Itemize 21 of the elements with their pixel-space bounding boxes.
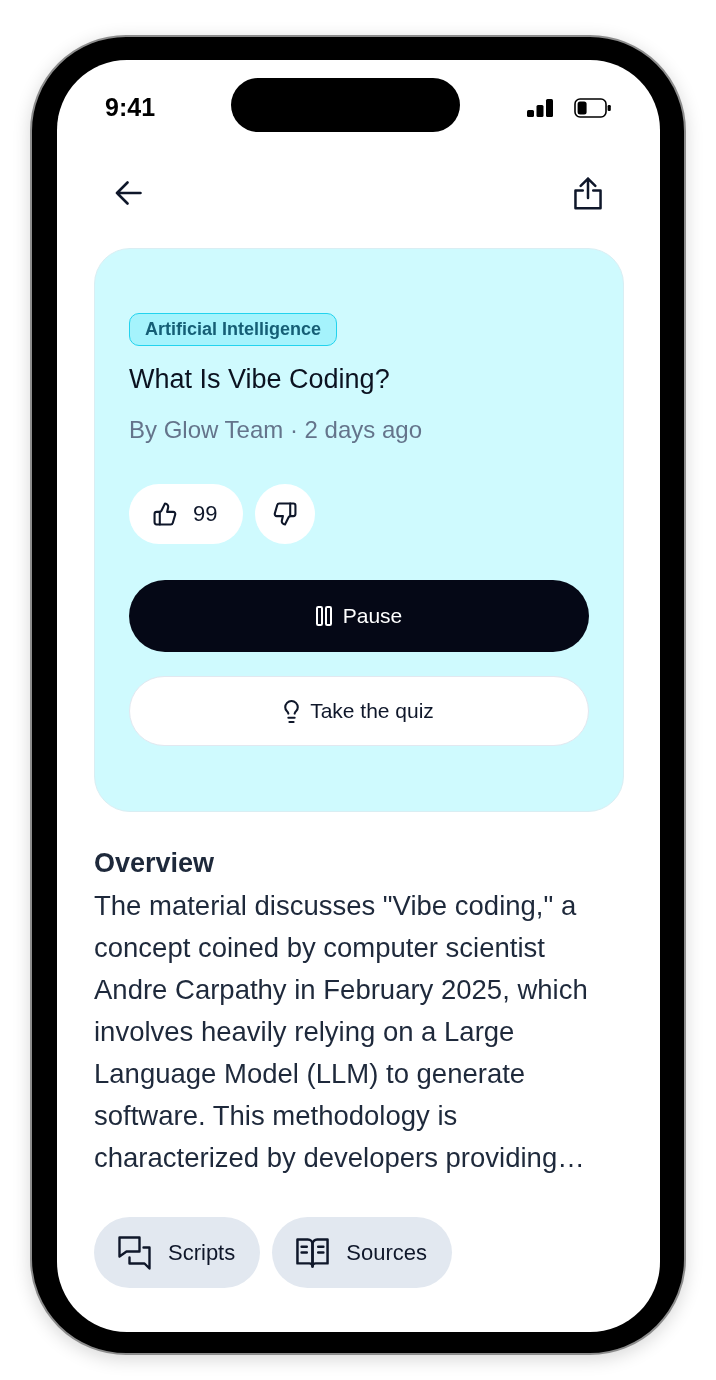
share-icon	[574, 176, 602, 210]
sources-button[interactable]: Sources	[272, 1217, 452, 1288]
article-title: What Is Vibe Coding?	[129, 364, 390, 394]
arrow-left-icon	[114, 181, 142, 205]
battery-icon	[574, 97, 611, 118]
thumbs-up-icon	[153, 502, 177, 526]
status-time: 9:41	[105, 91, 156, 122]
open-book-icon	[296, 1237, 330, 1268]
pause-icon	[315, 606, 332, 626]
signal-icon	[527, 98, 553, 117]
overview-text: The material discusses "Vibe coding," a concept coined by computer scientist Andre Carpathy in February 2025, which involves heavily relying on a Large Language Model (LLM) to generate software. This methodology is characterized by developers providing…	[94, 889, 589, 1175]
pause-button[interactable]: Pause	[129, 580, 589, 652]
quiz-button[interactable]: Take the quiz	[129, 676, 589, 746]
lightbulb-icon	[284, 699, 300, 723]
scripts-button[interactable]: Scripts	[94, 1217, 261, 1288]
overview-heading: Overview	[94, 848, 215, 878]
category-tag: Artificial Intelligence	[129, 313, 338, 346]
article-byline: By Glow Team · 2 days ago	[129, 416, 423, 444]
like-button[interactable]: 99	[129, 484, 244, 544]
thumbs-down-icon	[273, 502, 298, 526]
chat-bubbles-icon	[118, 1235, 151, 1270]
